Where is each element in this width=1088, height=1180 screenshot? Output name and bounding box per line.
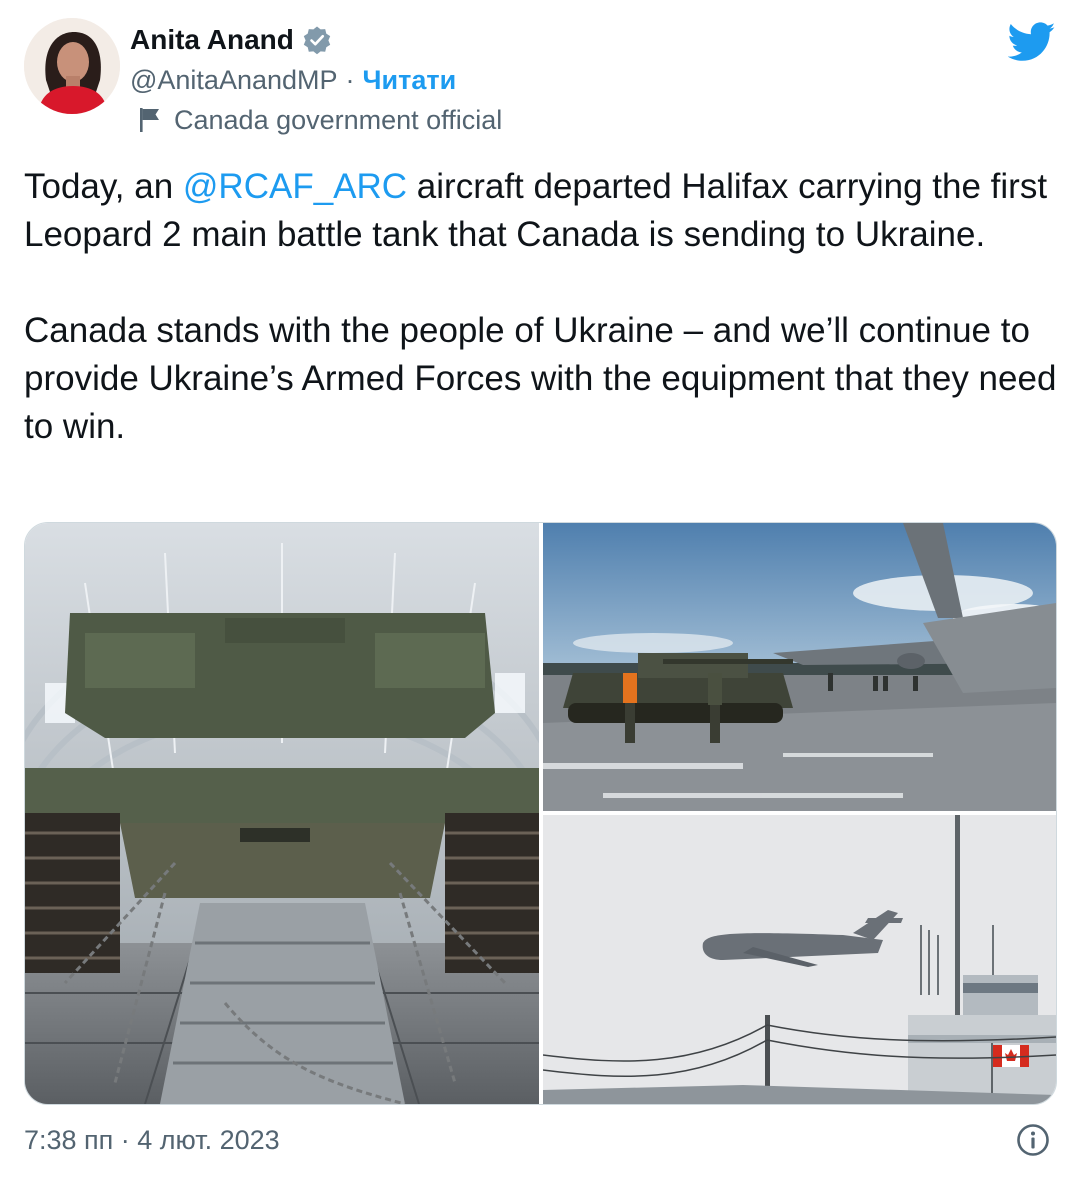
separator-dot: · bbox=[345, 64, 355, 95]
author-handle-row: @AnitaAnandMP · Читати bbox=[130, 62, 456, 98]
tweet-paragraph-1: Today, an @RCAF_ARC aircraft departed Ha… bbox=[24, 163, 1064, 259]
tweet-paragraph-2: Canada stands with the people of Ukraine… bbox=[24, 311, 1057, 446]
flag-icon bbox=[138, 107, 162, 133]
follow-button[interactable]: Читати bbox=[363, 65, 457, 96]
government-label[interactable]: Canada government official bbox=[138, 102, 502, 138]
tweet-text-segment: Today, an bbox=[24, 167, 183, 206]
twitter-bird-icon[interactable] bbox=[1007, 22, 1056, 64]
author-name-row: Anita Anand bbox=[130, 22, 332, 58]
tank-on-tarmac-photo[interactable] bbox=[543, 523, 1056, 811]
tweet-card: Anita Anand @AnitaAnandMP · Читати Canad… bbox=[0, 0, 1088, 1180]
author-handle[interactable]: @AnitaAnandMP bbox=[130, 65, 338, 96]
avatar[interactable] bbox=[24, 18, 120, 114]
tweet-timestamp[interactable]: 7:38 пп · 4 лют. 2023 bbox=[24, 1120, 280, 1160]
info-icon[interactable] bbox=[1016, 1123, 1050, 1157]
government-label-text: Canada government official bbox=[174, 104, 503, 135]
tank-inside-aircraft-photo[interactable] bbox=[25, 523, 539, 1104]
mention-link[interactable]: @RCAF_ARC bbox=[183, 167, 407, 206]
author-display-name[interactable]: Anita Anand bbox=[130, 24, 294, 56]
media-grid bbox=[24, 522, 1057, 1105]
verified-badge-icon bbox=[302, 25, 332, 55]
tweet-text: Today, an @RCAF_ARC aircraft departed Ha… bbox=[24, 163, 1064, 451]
aircraft-takeoff-photo[interactable] bbox=[543, 815, 1056, 1104]
